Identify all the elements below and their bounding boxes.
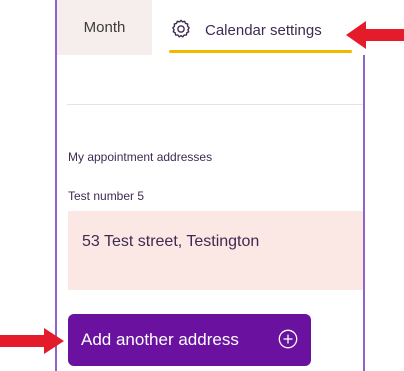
plus-circle-icon [278,329,298,349]
add-another-address-label: Add another address [81,330,239,349]
annotation-arrow-left [0,328,64,354]
divider [67,104,363,105]
address-card[interactable]: 53 Test street, Testington [68,211,363,290]
tab-month-label: Month [83,19,126,36]
tab-month[interactable]: Month [57,0,152,55]
address-text: 53 Test street, Testington [82,233,260,250]
active-tab-indicator [169,50,352,53]
calendar-settings-panel: Month Calendar settings My appointment a… [55,0,367,371]
annotation-arrow-right [346,21,404,49]
section-title: My appointment addresses [68,150,213,164]
tab-calendar-settings-label: Calendar settings [205,22,322,39]
add-another-address-button[interactable]: Add another address [68,314,311,366]
address-name: Test number 5 [68,189,145,203]
gear-icon [172,19,190,38]
tab-calendar-settings[interactable]: Calendar settings [155,0,367,55]
